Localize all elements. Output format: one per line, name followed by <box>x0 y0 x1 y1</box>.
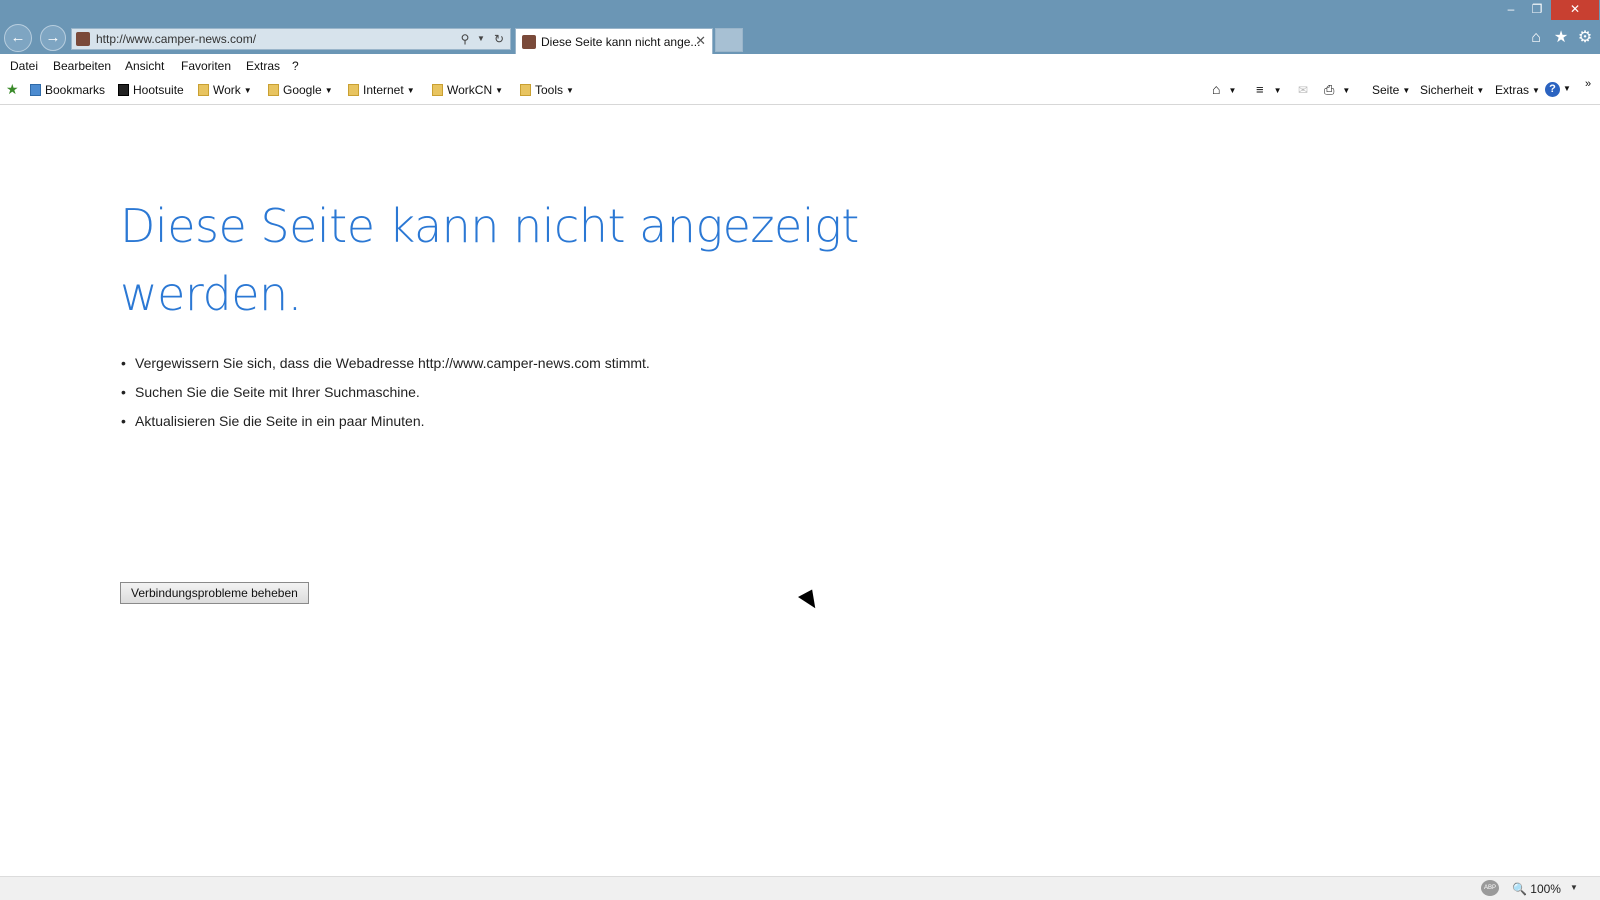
page-menu-button[interactable]: Seite ▼ <box>1372 83 1410 97</box>
bullet: • <box>121 413 126 429</box>
chevron-down-icon: ▼ <box>495 86 504 95</box>
favorites-bar: ★ Bookmarks Hootsuite Work ▼ Google ▼ Inte… <box>0 78 1600 105</box>
folder-icon <box>268 84 279 96</box>
address-input[interactable] <box>96 30 426 48</box>
fav-label: Google <box>283 83 322 97</box>
ie-page-icon <box>30 84 41 96</box>
page-title: Diese Seite kann nicht angezeigt werden. <box>120 199 859 321</box>
mail-icon[interactable]: ✉ <box>1298 83 1308 97</box>
folder-icon <box>520 84 531 96</box>
menu-extras[interactable]: Extras <box>246 59 280 73</box>
tab-active[interactable]: Diese Seite kann nicht ange... ✕ <box>515 28 713 54</box>
feeds-icon[interactable]: ≡ ▼ <box>1256 82 1282 97</box>
tab-close-icon[interactable]: ✕ <box>695 33 706 49</box>
fav-hootsuite[interactable]: Hootsuite <box>118 83 184 97</box>
safety-menu-label: Sicherheit <box>1420 83 1474 97</box>
fav-label: Work <box>213 83 241 97</box>
fav-workcn[interactable]: WorkCN ▼ <box>432 83 503 97</box>
fav-tools[interactable]: Tools ▼ <box>520 83 574 97</box>
help-menu-button[interactable]: ? ▼ <box>1545 81 1571 97</box>
folder-icon <box>198 84 209 96</box>
adblock-icon[interactable]: ABP <box>1481 880 1499 896</box>
bullet: • <box>121 355 126 371</box>
search-dropdown-icon[interactable]: ▼ <box>472 30 490 48</box>
folder-icon <box>348 84 359 96</box>
add-favorites-star-icon[interactable]: ★ <box>6 81 19 98</box>
gear-icon[interactable]: ⚙ <box>1575 28 1595 48</box>
zoom-dropdown-icon[interactable]: ▼ <box>1570 883 1578 892</box>
tip-text: Vergewissern Sie sich, dass die Webadres… <box>135 355 650 371</box>
page-content: Diese Seite kann nicht angezeigt werden.… <box>0 106 1600 876</box>
print-icon[interactable]: ⎙ ▼ <box>1324 82 1350 98</box>
status-bar: ABP 🔍 100% ▼ <box>0 876 1600 900</box>
fix-connection-button[interactable]: Verbindungsprobleme beheben <box>120 582 309 604</box>
menu-bearbeiten[interactable]: Bearbeiten <box>53 59 111 73</box>
tools-menu-button[interactable]: Extras ▼ <box>1495 83 1540 97</box>
refresh-icon[interactable]: ↻ <box>490 30 508 48</box>
forward-button[interactable]: → <box>40 25 66 51</box>
browser-titlebar: ← → ⚲ ▼ ↻ Diese Seite kann nicht ange...… <box>0 0 1600 54</box>
safety-menu-button[interactable]: Sicherheit ▼ <box>1420 83 1484 97</box>
chevron-down-icon: ▼ <box>406 86 415 95</box>
star-icon[interactable]: ★ <box>1551 28 1571 48</box>
chevron-down-icon: ▼ <box>1402 86 1411 95</box>
fav-label: Internet <box>363 83 404 97</box>
tools-menu-label: Extras <box>1495 83 1530 97</box>
overflow-chevron-icon[interactable]: » <box>1585 78 1591 90</box>
maximize-button[interactable]: ❐ <box>1524 0 1550 20</box>
fav-label: Hootsuite <box>133 83 184 97</box>
list-item: • Aktualisieren Sie die Seite in ein paar… <box>121 411 650 440</box>
chevron-down-icon: ▼ <box>1563 84 1571 93</box>
address-bar[interactable]: ⚲ ▼ ↻ <box>71 28 511 50</box>
tip-text: Suchen Sie die Seite mit Ihrer Suchmasch… <box>135 384 420 400</box>
close-window-button[interactable]: ✕ <box>1551 0 1599 20</box>
minimize-button[interactable]: – <box>1498 0 1524 20</box>
menu-bar: Datei Bearbeiten Ansicht Favoriten Extra… <box>0 54 1600 76</box>
menu-help[interactable]: ? <box>292 59 299 73</box>
chevron-down-icon: ▼ <box>243 86 252 95</box>
hootsuite-owl-icon <box>118 84 129 96</box>
site-favicon-icon <box>76 32 90 46</box>
tab-favicon-icon <box>522 35 536 49</box>
home-icon[interactable]: ⌂ <box>1526 28 1546 48</box>
menu-ansicht[interactable]: Ansicht <box>125 59 164 73</box>
menu-favoriten[interactable]: Favoriten <box>181 59 231 73</box>
zoom-level[interactable]: 🔍 100% <box>1512 882 1561 896</box>
help-icon: ? <box>1545 82 1560 97</box>
list-item: • Suchen Sie die Seite mit Ihrer Suchmasc… <box>121 382 650 411</box>
home-cmd-icon[interactable]: ⌂ ▼ <box>1212 81 1236 97</box>
tip-text: Aktualisieren Sie die Seite in ein paar … <box>135 413 425 429</box>
new-tab-button[interactable] <box>715 28 743 52</box>
tips-list: • Vergewissern Sie sich, dass die Webadre… <box>121 353 650 440</box>
chevron-down-icon: ▼ <box>566 86 574 95</box>
chevron-down-icon: ▼ <box>1476 86 1485 95</box>
fav-work[interactable]: Work ▼ <box>198 83 252 97</box>
fav-label: Bookmarks <box>45 83 106 97</box>
fav-google[interactable]: Google ▼ <box>268 83 333 97</box>
list-item: • Vergewissern Sie sich, dass die Webadre… <box>121 353 650 382</box>
fav-label: WorkCN <box>447 83 493 97</box>
fav-bookmarks[interactable]: Bookmarks <box>30 83 105 97</box>
tab-title: Diese Seite kann nicht ange... <box>541 35 701 49</box>
folder-icon <box>432 84 443 96</box>
chevron-down-icon: ▼ <box>1532 86 1540 95</box>
fav-label: Tools <box>535 83 564 97</box>
fav-internet[interactable]: Internet ▼ <box>348 83 415 97</box>
chevron-down-icon: ▼ <box>324 86 333 95</box>
zoom-value: 100% <box>1530 882 1561 896</box>
page-menu-label: Seite <box>1372 83 1400 97</box>
back-button[interactable]: ← <box>4 24 32 52</box>
bullet: • <box>121 384 126 400</box>
menu-datei[interactable]: Datei <box>10 59 38 73</box>
